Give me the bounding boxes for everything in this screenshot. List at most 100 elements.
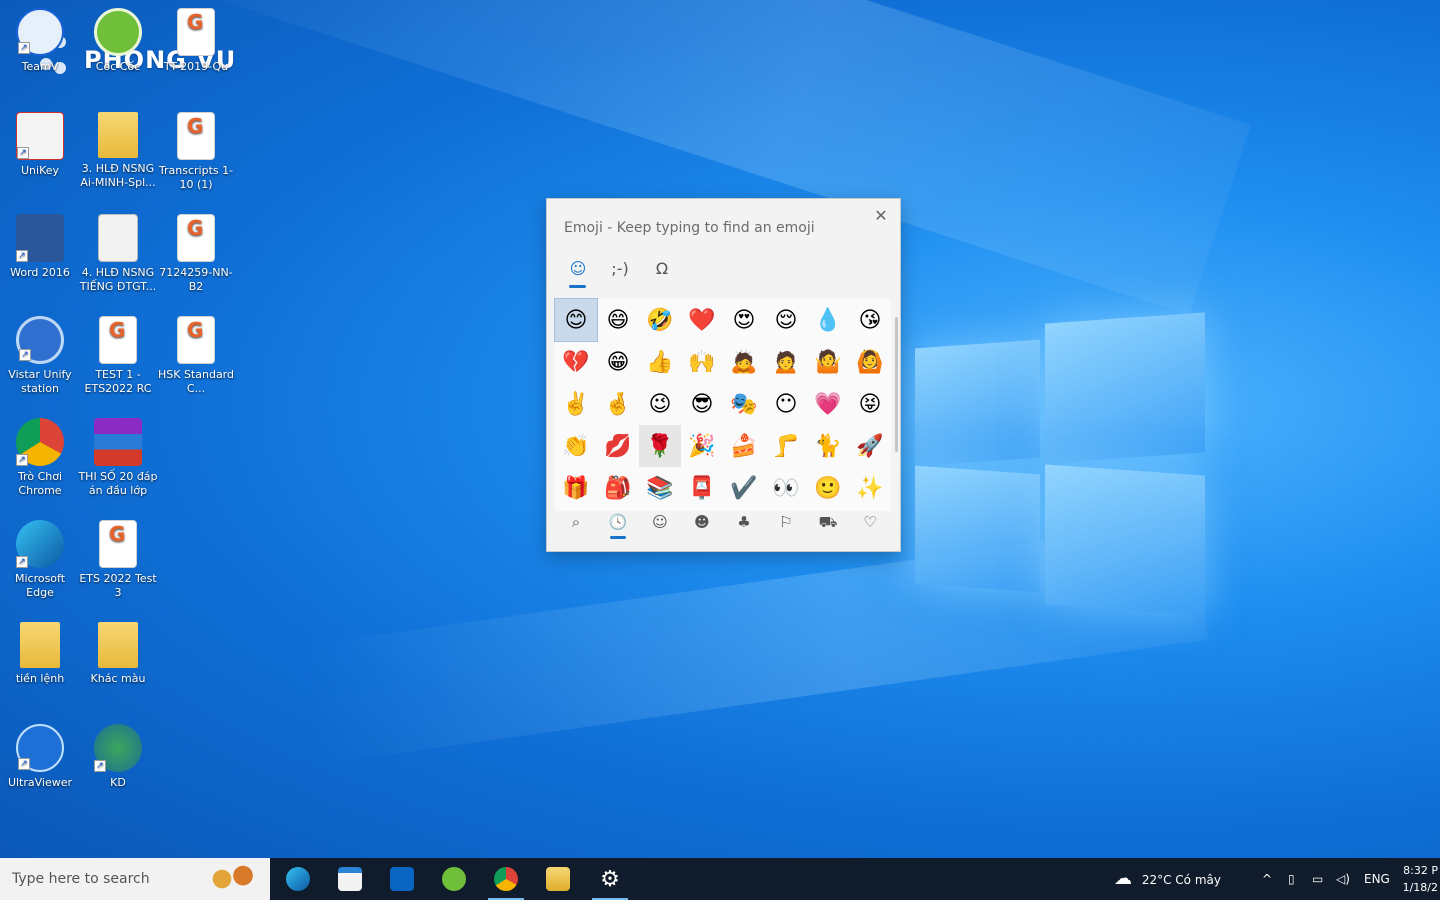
taskbar-search-box[interactable]: Type here to search [0,858,270,900]
emoji-cell[interactable]: 🍰 [723,425,765,467]
desktop-icon-word[interactable]: ↗ Word 2016 [0,214,80,280]
network-icon[interactable]: ▯ [1288,858,1295,900]
emoji-cell[interactable]: 🙍 [765,341,807,383]
recent-category[interactable]: 🕓 [597,507,639,541]
emoji-cell[interactable]: 🎁 [555,467,597,509]
emoji-cell[interactable]: 😝 [849,383,891,425]
emoji-cell[interactable]: 💧 [807,299,849,341]
emoji-cell[interactable]: 💗 [807,383,849,425]
emoji-cell[interactable]: 🎭 [723,383,765,425]
desktop-icon-label: UniKey [20,164,60,177]
desktop-icon-folder-khacmau[interactable]: Khác màu [78,622,158,686]
close-icon[interactable]: ✕ [871,206,891,226]
emoji-cell[interactable]: 😁 [597,341,639,383]
emoji-cell[interactable]: 🚀 [849,425,891,467]
battery-icon[interactable]: ▭ [1312,858,1323,900]
emoji-cell[interactable]: 🙇 [723,341,765,383]
language-indicator[interactable]: ENG [1364,858,1390,900]
desktop-icon-teamviewer[interactable]: ↗ TeamV [0,8,80,74]
desktop-icon-test1[interactable]: TEST 1 - ETS2022 RC [78,316,158,396]
emoji-cell[interactable]: 🤣 [639,299,681,341]
people-category[interactable]: ☻ [681,507,723,541]
emoji-cell[interactable]: 🌹 [639,425,681,467]
emoji-cell[interactable]: ✔️ [723,467,765,509]
emoji-cell[interactable]: 😍 [723,299,765,341]
emoji-cell[interactable]: 😎 [681,383,723,425]
desktop-icon-hld-4[interactable]: 4. HLĐ NSNG TIẾNG ĐTGT... [78,214,158,294]
teamviewer-icon: ↗ [16,8,64,56]
emoji-cell[interactable]: 💔 [555,341,597,383]
emoji-cell[interactable]: 💋 [597,425,639,467]
edge-icon [286,867,310,891]
desktop-icon-vistar[interactable]: ↗ Vistar Unify station [0,316,80,396]
emoji-cell[interactable]: 😉 [639,383,681,425]
search-highlight-icon [194,862,264,896]
desktop-icon-7124259[interactable]: 7124259-NN-B2 [156,214,236,294]
emoji-cell[interactable]: 👀 [765,467,807,509]
desktop-icon-label: Word 2016 [10,266,70,279]
emoji-cell[interactable]: 👍 [639,341,681,383]
emoji-cell[interactable]: 😊 [554,298,598,342]
emoji-cell[interactable]: 🤞 [597,383,639,425]
desktop-icon-winrar[interactable]: THI SỐ 20 đáp án đầu lớp [78,418,158,498]
desktop-icon-label: Trò Chơi Chrome [17,470,63,497]
taskbar-store[interactable] [324,858,376,900]
search-placeholder: Type here to search [12,871,150,887]
desktop-icon-unikey[interactable]: ↗ UniKey [0,112,80,178]
chrome-icon [494,867,518,891]
emoji-cell[interactable]: 🐈 [807,425,849,467]
emoji-cell[interactable]: 😘 [849,299,891,341]
desktop-icon-folder-tienlenh[interactable]: tiền lệnh [0,622,80,686]
celebration-category[interactable]: ♣ [723,507,765,541]
travel-category[interactable]: ⛟ [807,507,849,541]
taskbar-chrome[interactable] [480,858,532,900]
taskbar-coccoc[interactable] [428,858,480,900]
desktop-icon-hsk[interactable]: HSK Standard C... [156,316,236,396]
heart-category[interactable]: ♡ [849,507,891,541]
desktop-icon-tt2019[interactable]: TT-2019-Qu [156,8,236,74]
coccoc-icon [94,8,142,56]
emoji-cell[interactable]: 📮 [681,467,723,509]
emoji-scrollbar[interactable] [895,317,898,452]
emoji-cell[interactable]: 😄 [597,299,639,341]
desktop-icon-kd[interactable]: ↗ KD [78,724,158,790]
desktop-icon-ultraviewer[interactable]: ↗ UltraViewer [0,724,80,790]
desktop-icon-ets-test3[interactable]: ETS 2022 Test 3 [78,520,158,600]
chrome-icon: ↗ [16,418,64,466]
taskbar-outlook[interactable] [376,858,428,900]
desktop-icon-hld-3[interactable]: 3. HLĐ NSNG Ai-MINH-Spl... [78,112,158,190]
tab-symbols[interactable]: Ω [641,254,683,288]
taskbar-settings[interactable]: ⚙ [584,858,636,900]
emoji-cell[interactable]: 🙂 [807,467,849,509]
taskbar-edge[interactable] [272,858,324,900]
desktop-icon-label: tiền lệnh [15,672,65,685]
emoji-cell[interactable]: 🎒 [597,467,639,509]
desktop-icon-transcripts[interactable]: Transcripts 1-10 (1) [156,112,236,192]
emoji-cell[interactable]: 😌 [765,299,807,341]
emoji-cell[interactable]: 👏 [555,425,597,467]
taskbar-explorer[interactable] [532,858,584,900]
clock[interactable]: 8:32 P 1/18/2 [1403,862,1438,896]
smiley-category[interactable]: ☺ [639,507,681,541]
volume-icon[interactable]: ◁) [1336,858,1350,900]
tab-kaomoji[interactable]: ;-) [599,254,641,288]
emoji-cell[interactable]: 🎉 [681,425,723,467]
tray-chevron-up-icon[interactable]: ^ [1262,858,1272,900]
emoji-cell[interactable]: 🤷 [807,341,849,383]
emoji-cell[interactable]: ❤️ [681,299,723,341]
desktop-icon-label: 7124259-NN-B2 [159,266,233,293]
emoji-cell[interactable]: ✌️ [555,383,597,425]
emoji-cell[interactable]: 😶 [765,383,807,425]
desktop-icon-edge[interactable]: ↗ Microsoft Edge [0,520,80,600]
emoji-cell[interactable]: 📚 [639,467,681,509]
emoji-cell[interactable]: ✨ [849,467,891,509]
desktop-icon-chrome[interactable]: ↗ Trò Chơi Chrome [0,418,80,498]
tab-emoji[interactable]: ☺ [557,254,599,288]
emoji-cell[interactable]: 🙌 [681,341,723,383]
food-category[interactable]: ⚐ [765,507,807,541]
emoji-cell[interactable]: 🦵 [765,425,807,467]
emoji-cell[interactable]: 🙆 [849,341,891,383]
weather-widget[interactable]: ☁ 22°C Có mây [1114,858,1221,900]
search-category[interactable]: ⌕ [555,507,597,541]
desktop-icon-coccoc[interactable]: Cốc Cốc [78,8,158,74]
